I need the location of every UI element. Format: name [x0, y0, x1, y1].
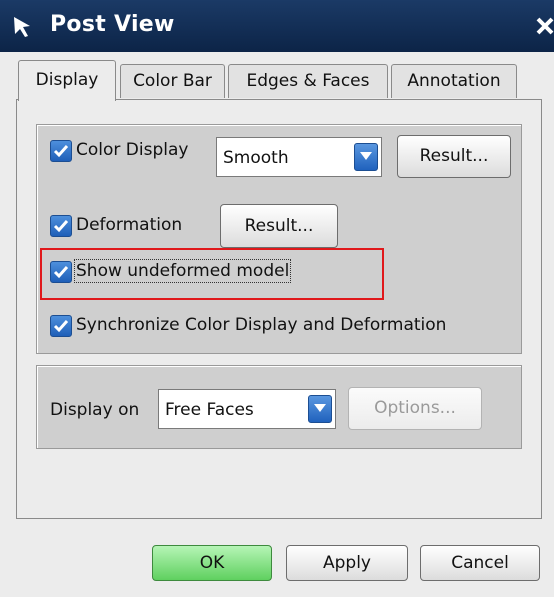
highlight-box	[40, 248, 384, 300]
color-result-button-label: Result...	[419, 146, 489, 166]
deformation-result-button-label: Result...	[244, 216, 314, 236]
check-icon	[53, 320, 69, 333]
check-icon	[53, 145, 69, 158]
deformation-label: Deformation	[76, 215, 183, 235]
tab-label: Display	[35, 70, 99, 90]
tab-bar: Display Color Bar Edges & Faces Annotati…	[0, 60, 554, 101]
deformation-checkbox[interactable]	[50, 215, 72, 237]
chevron-down-icon[interactable]	[354, 143, 378, 171]
display-on-select-value: Free Faces	[165, 400, 254, 420]
tab-annotation[interactable]: Annotation	[391, 64, 517, 98]
options-button-label: Options...	[374, 398, 456, 418]
color-display-select[interactable]: Smooth	[216, 137, 382, 177]
color-display-select-value: Smooth	[223, 148, 289, 168]
tab-color-bar[interactable]: Color Bar	[120, 64, 225, 98]
ok-button-label: OK	[199, 553, 225, 573]
cancel-button[interactable]: Cancel	[420, 545, 540, 581]
chevron-down-icon[interactable]	[308, 395, 332, 423]
arrow-cursor-icon	[14, 17, 30, 37]
cancel-button-label: Cancel	[451, 553, 509, 573]
options-button: Options...	[348, 387, 482, 430]
tab-label: Annotation	[407, 71, 501, 91]
synchronize-checkbox[interactable]	[50, 315, 72, 337]
display-on-select[interactable]: Free Faces	[158, 389, 336, 429]
color-result-button[interactable]: Result...	[397, 135, 511, 178]
close-icon[interactable]	[536, 16, 554, 36]
color-display-checkbox[interactable]	[50, 140, 72, 162]
check-icon	[53, 220, 69, 233]
synchronize-label: Synchronize Color Display and Deformatio…	[76, 315, 447, 335]
tab-label: Edges & Faces	[246, 71, 370, 91]
deformation-result-button[interactable]: Result...	[220, 204, 338, 248]
title-bar: Post View	[0, 0, 554, 52]
display-on-label: Display on	[50, 400, 140, 420]
apply-button[interactable]: Apply	[286, 545, 408, 581]
apply-button-label: Apply	[323, 553, 371, 573]
window-title: Post View	[50, 12, 175, 37]
tab-label: Color Bar	[133, 71, 212, 91]
color-display-label: Color Display	[76, 140, 189, 160]
tab-display[interactable]: Display	[18, 60, 116, 101]
ok-button[interactable]: OK	[152, 545, 272, 581]
tab-edges-faces[interactable]: Edges & Faces	[228, 64, 388, 98]
